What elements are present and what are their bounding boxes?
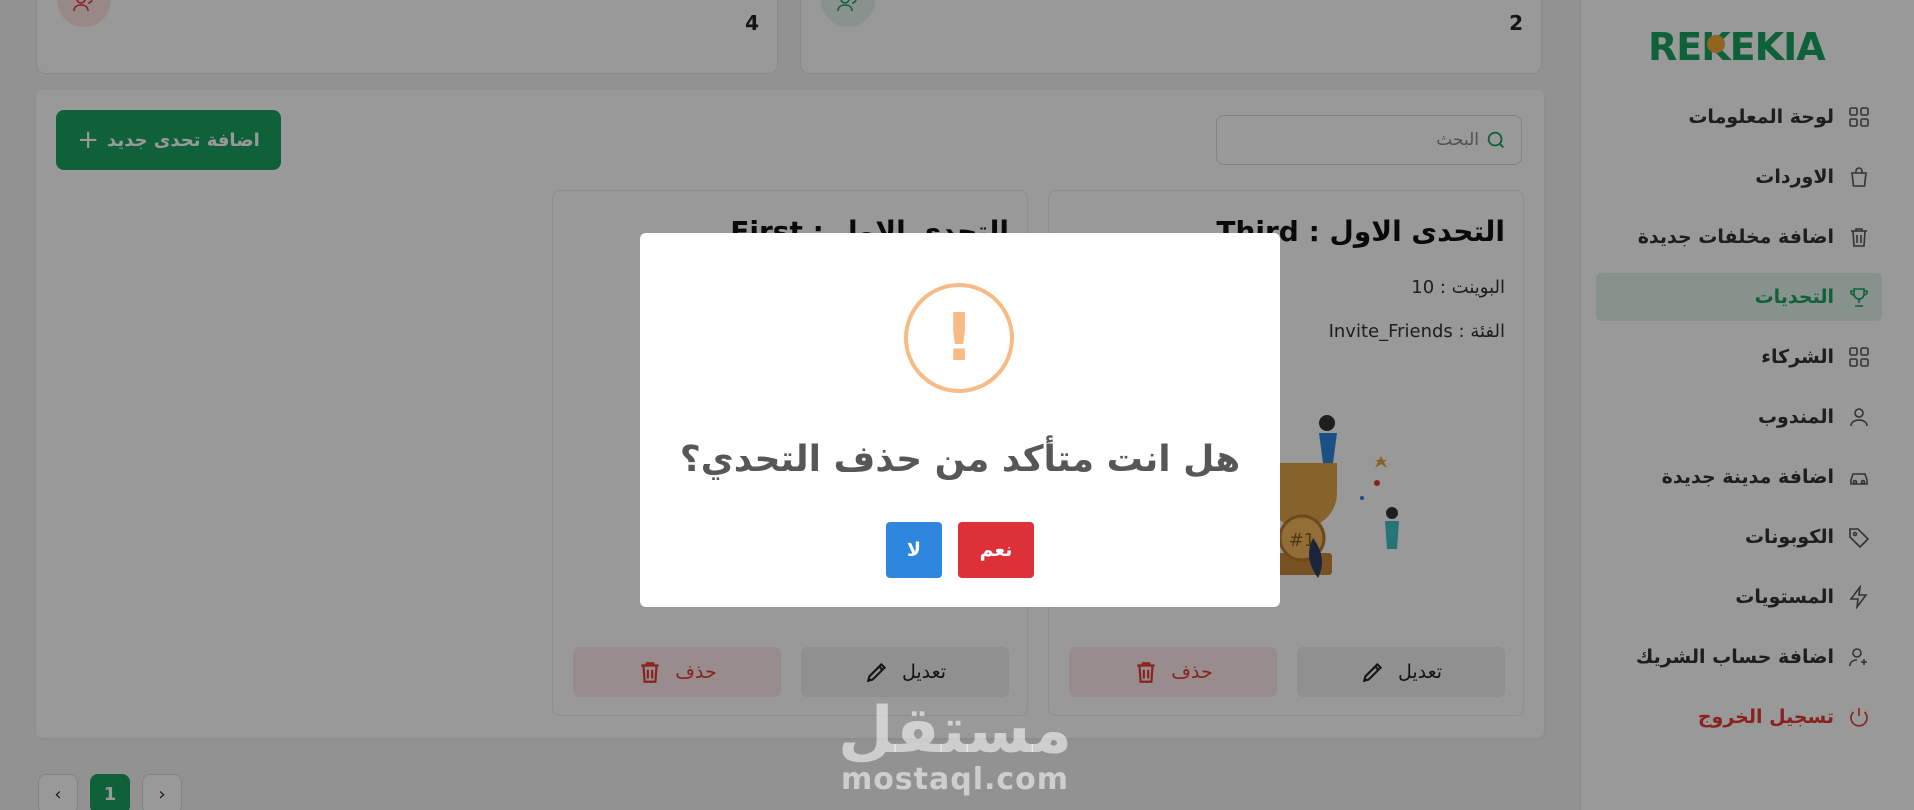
- confirm-no-button[interactable]: لا: [886, 522, 942, 578]
- confirm-delete-dialog: ! هل انت متأكد من حذف التحدي؟ نعم لا: [640, 233, 1280, 607]
- dialog-question: هل انت متأكد من حذف التحدي؟: [679, 439, 1241, 480]
- warning-icon-glyph: !: [943, 299, 975, 376]
- dialog-buttons: نعم لا: [640, 522, 1280, 578]
- watermark-ar: مستقل: [837, 694, 1073, 768]
- warning-icon: !: [904, 283, 1014, 393]
- confirm-yes-button[interactable]: نعم: [958, 522, 1034, 578]
- watermark: مستقل mostaql.com: [830, 694, 1080, 797]
- watermark-en: mostaql.com: [840, 762, 1070, 797]
